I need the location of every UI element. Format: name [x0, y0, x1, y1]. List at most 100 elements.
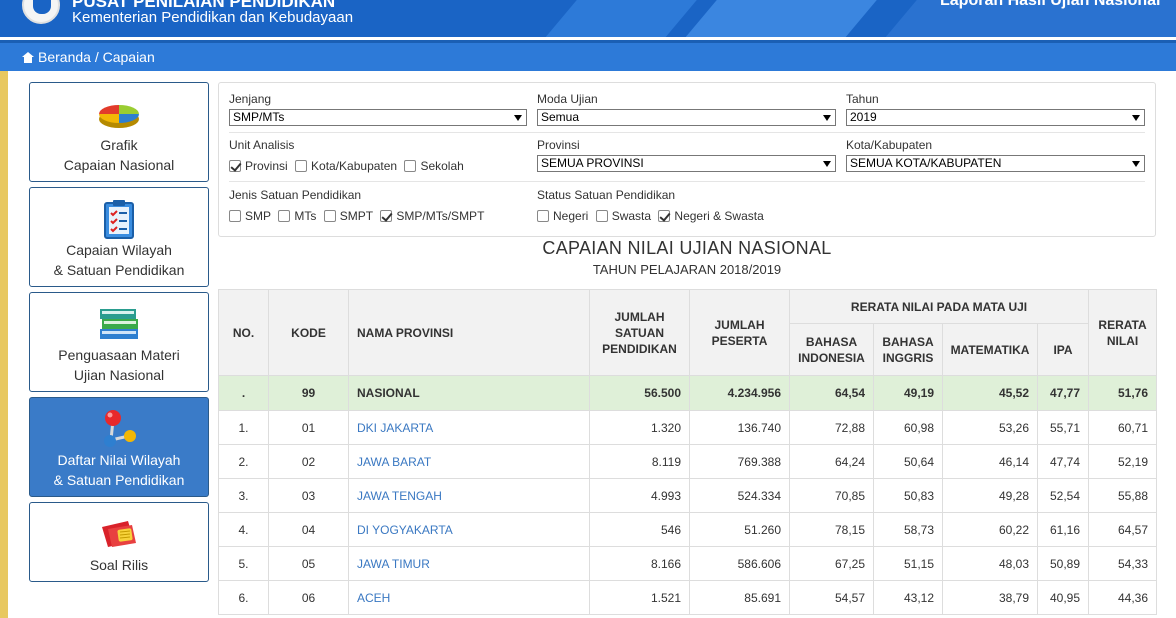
- checkbox-checked-icon[interactable]: [229, 160, 241, 172]
- jenis-satuan-label: Jenis Satuan Pendidikan: [229, 188, 362, 202]
- table-row: 6. 06 ACEH 1.521 85.691 54,57 43,12 38,7…: [218, 580, 1158, 615]
- cell-satuan: 8.119: [589, 444, 690, 479]
- cell-ipa: 55,71: [1036, 410, 1090, 445]
- network-icon: [104, 410, 136, 447]
- checkbox-icon[interactable]: [229, 210, 241, 222]
- ticket-icon: [102, 521, 136, 547]
- checkbox-mts[interactable]: MTs: [278, 209, 316, 223]
- checkbox-smpt[interactable]: SMPT: [323, 209, 373, 223]
- cell-bindo: 64,54: [789, 375, 874, 411]
- moda-ujian-label: Moda Ujian: [537, 92, 598, 106]
- cell-no: 1.: [218, 410, 269, 445]
- checkbox-icon[interactable]: [278, 210, 291, 222]
- cell-kode: 02: [268, 444, 349, 479]
- col-header-bahasa-inggris: BAHASA INGGRIS: [873, 323, 943, 376]
- cell-kode: 06: [268, 580, 349, 615]
- cell-bindo: 72,88: [789, 410, 874, 445]
- col-header-jumlah-satuan: JUMLAH SATUAN PENDIDIKAN: [589, 289, 690, 376]
- chevron-down-icon: [1132, 161, 1140, 167]
- sidebar-item-label: Soal Rilis: [89, 557, 149, 573]
- sidebar-item-label: Daftar Nilai Wilayah: [57, 452, 181, 468]
- checkbox-negeri-swasta[interactable]: Negeri & Swasta: [658, 209, 764, 223]
- cell-rerata: 60,71: [1088, 410, 1158, 445]
- home-icon[interactable]: [22, 52, 34, 63]
- cell-peserta: 586.606: [689, 546, 790, 581]
- sidebar-item-label: Grafik: [100, 137, 138, 153]
- province-link[interactable]: JAWA BARAT: [357, 455, 431, 469]
- filter-panel: Jenjang SMP/MTs Moda Ujian Semua Tahun 2…: [218, 82, 1156, 237]
- cell-peserta: 136.740: [689, 410, 790, 445]
- checkbox-swasta[interactable]: Swasta: [595, 209, 651, 223]
- kota-kabupaten-select[interactable]: SEMUA KOTA/KABUPATEN: [846, 155, 1145, 172]
- table-row: 5. 05 JAWA TIMUR 8.166 586.606 67,25 51,…: [218, 546, 1158, 581]
- chevron-down-icon: [514, 115, 522, 121]
- checkbox-checked-icon[interactable]: [380, 210, 393, 222]
- checkbox-checked-icon[interactable]: [658, 210, 671, 222]
- checkbox-negeri[interactable]: Negeri: [537, 209, 588, 223]
- top-header: PUSAT PENILAIAN PENDIDIKAN Kementerian P…: [0, 0, 1176, 37]
- cell-bing: 50,83: [873, 478, 943, 513]
- province-link[interactable]: DKI JAKARTA: [357, 421, 433, 435]
- cell-bing: 49,19: [873, 375, 943, 411]
- table-row: 4. 04 DI YOGYAKARTA 546 51.260 78,15 58,…: [218, 512, 1158, 547]
- checkbox-icon[interactable]: [295, 160, 308, 172]
- jenjang-select[interactable]: SMP/MTs: [229, 109, 527, 126]
- table-row: 1. 01 DKI JAKARTA 1.320 136.740 72,88 60…: [218, 410, 1158, 445]
- col-header-jumlah-peserta: JUMLAH PESERTA: [689, 289, 790, 376]
- cell-mat: 48,03: [942, 546, 1038, 581]
- province-link[interactable]: DI YOGYAKARTA: [357, 523, 453, 537]
- tahun-select[interactable]: 2019: [846, 109, 1145, 126]
- unit-analisis-label: Unit Analisis: [229, 138, 295, 152]
- cell-ipa: 40,95: [1036, 580, 1090, 615]
- col-header-bahasa-indonesia: BAHASA INDONESIA: [789, 323, 874, 376]
- cell-no: 3.: [218, 478, 269, 513]
- cell-no: 2.: [218, 444, 269, 479]
- cell-rerata: 51,76: [1088, 375, 1158, 411]
- cell-no: 5.: [218, 546, 269, 581]
- checkbox-icon[interactable]: [323, 210, 336, 222]
- province-link[interactable]: ACEH: [357, 591, 390, 605]
- jenjang-select-value: SMP/MTs: [233, 110, 285, 124]
- checkbox-smp[interactable]: SMP: [229, 209, 271, 223]
- checkbox-kota-kabupaten[interactable]: Kota/Kabupaten: [295, 159, 397, 173]
- checkbox-icon[interactable]: [595, 210, 608, 222]
- sidebar-item-daftar-nilai[interactable]: Daftar Nilai Wilayah & Satuan Pendidikan: [29, 397, 209, 497]
- breadcrumb: Beranda / Capaian: [0, 40, 1176, 71]
- checkbox-smp-mts-smpt[interactable]: SMP/MTs/SMPT: [380, 209, 484, 223]
- cell-peserta: 4.234.956: [689, 375, 790, 411]
- breadcrumb-text[interactable]: Beranda / Capaian: [38, 49, 155, 65]
- checkbox-provinsi[interactable]: Provinsi: [229, 159, 288, 173]
- cell-kode: 05: [268, 546, 349, 581]
- sidebar-item-soal-rilis[interactable]: Soal Rilis: [29, 502, 209, 582]
- sidebar-item-label: Capaian Nasional: [63, 157, 175, 173]
- cell-kode: 99: [268, 375, 349, 411]
- sidebar-item-label: Penguasaan Materi: [58, 347, 180, 363]
- cell-rerata: 64,57: [1088, 512, 1158, 547]
- chevron-down-icon: [1132, 115, 1140, 121]
- sidebar-item-penguasaan-materi[interactable]: Penguasaan Materi Ujian Nasional: [29, 292, 209, 392]
- report-title: CAPAIAN NILAI UJIAN NASIONAL: [542, 238, 832, 258]
- cell-bing: 43,12: [873, 580, 943, 615]
- sidebar-item-label: Ujian Nasional: [73, 367, 165, 383]
- sidebar-item-capaian-wilayah[interactable]: Capaian Wilayah & Satuan Pendidikan: [29, 187, 209, 287]
- cell-satuan: 8.166: [589, 546, 690, 581]
- province-link[interactable]: JAWA TIMUR: [357, 557, 430, 571]
- provinsi-select[interactable]: SEMUA PROVINSI: [537, 155, 836, 172]
- province-link[interactable]: JAWA TENGAH: [357, 489, 442, 503]
- checkbox-sekolah[interactable]: Sekolah: [404, 159, 464, 173]
- moda-ujian-select[interactable]: Semua: [537, 109, 836, 126]
- cell-peserta: 85.691: [689, 580, 790, 615]
- cell-peserta: 51.260: [689, 512, 790, 547]
- cell-mat: 60,22: [942, 512, 1038, 547]
- results-table: NO. KODE NAMA PROVINSI JUMLAH SATUAN PEN…: [218, 289, 1158, 615]
- cell-mat: 46,14: [942, 444, 1038, 479]
- sidebar-item-grafik[interactable]: Grafik Capaian Nasional: [29, 82, 209, 182]
- pie-chart-icon: [99, 105, 139, 128]
- checkbox-icon[interactable]: [404, 160, 417, 172]
- col-header-nama: NAMA PROVINSI: [348, 289, 590, 376]
- cell-ipa: 50,89: [1036, 546, 1090, 581]
- unit-analisis-options: Provinsi Kota/Kabupaten Sekolah: [229, 159, 468, 173]
- ministry-logo-icon[interactable]: [22, 0, 60, 24]
- checkbox-icon[interactable]: [537, 210, 549, 222]
- report-site-title: Laporan Hasil Ujian Nasional: [940, 0, 1161, 9]
